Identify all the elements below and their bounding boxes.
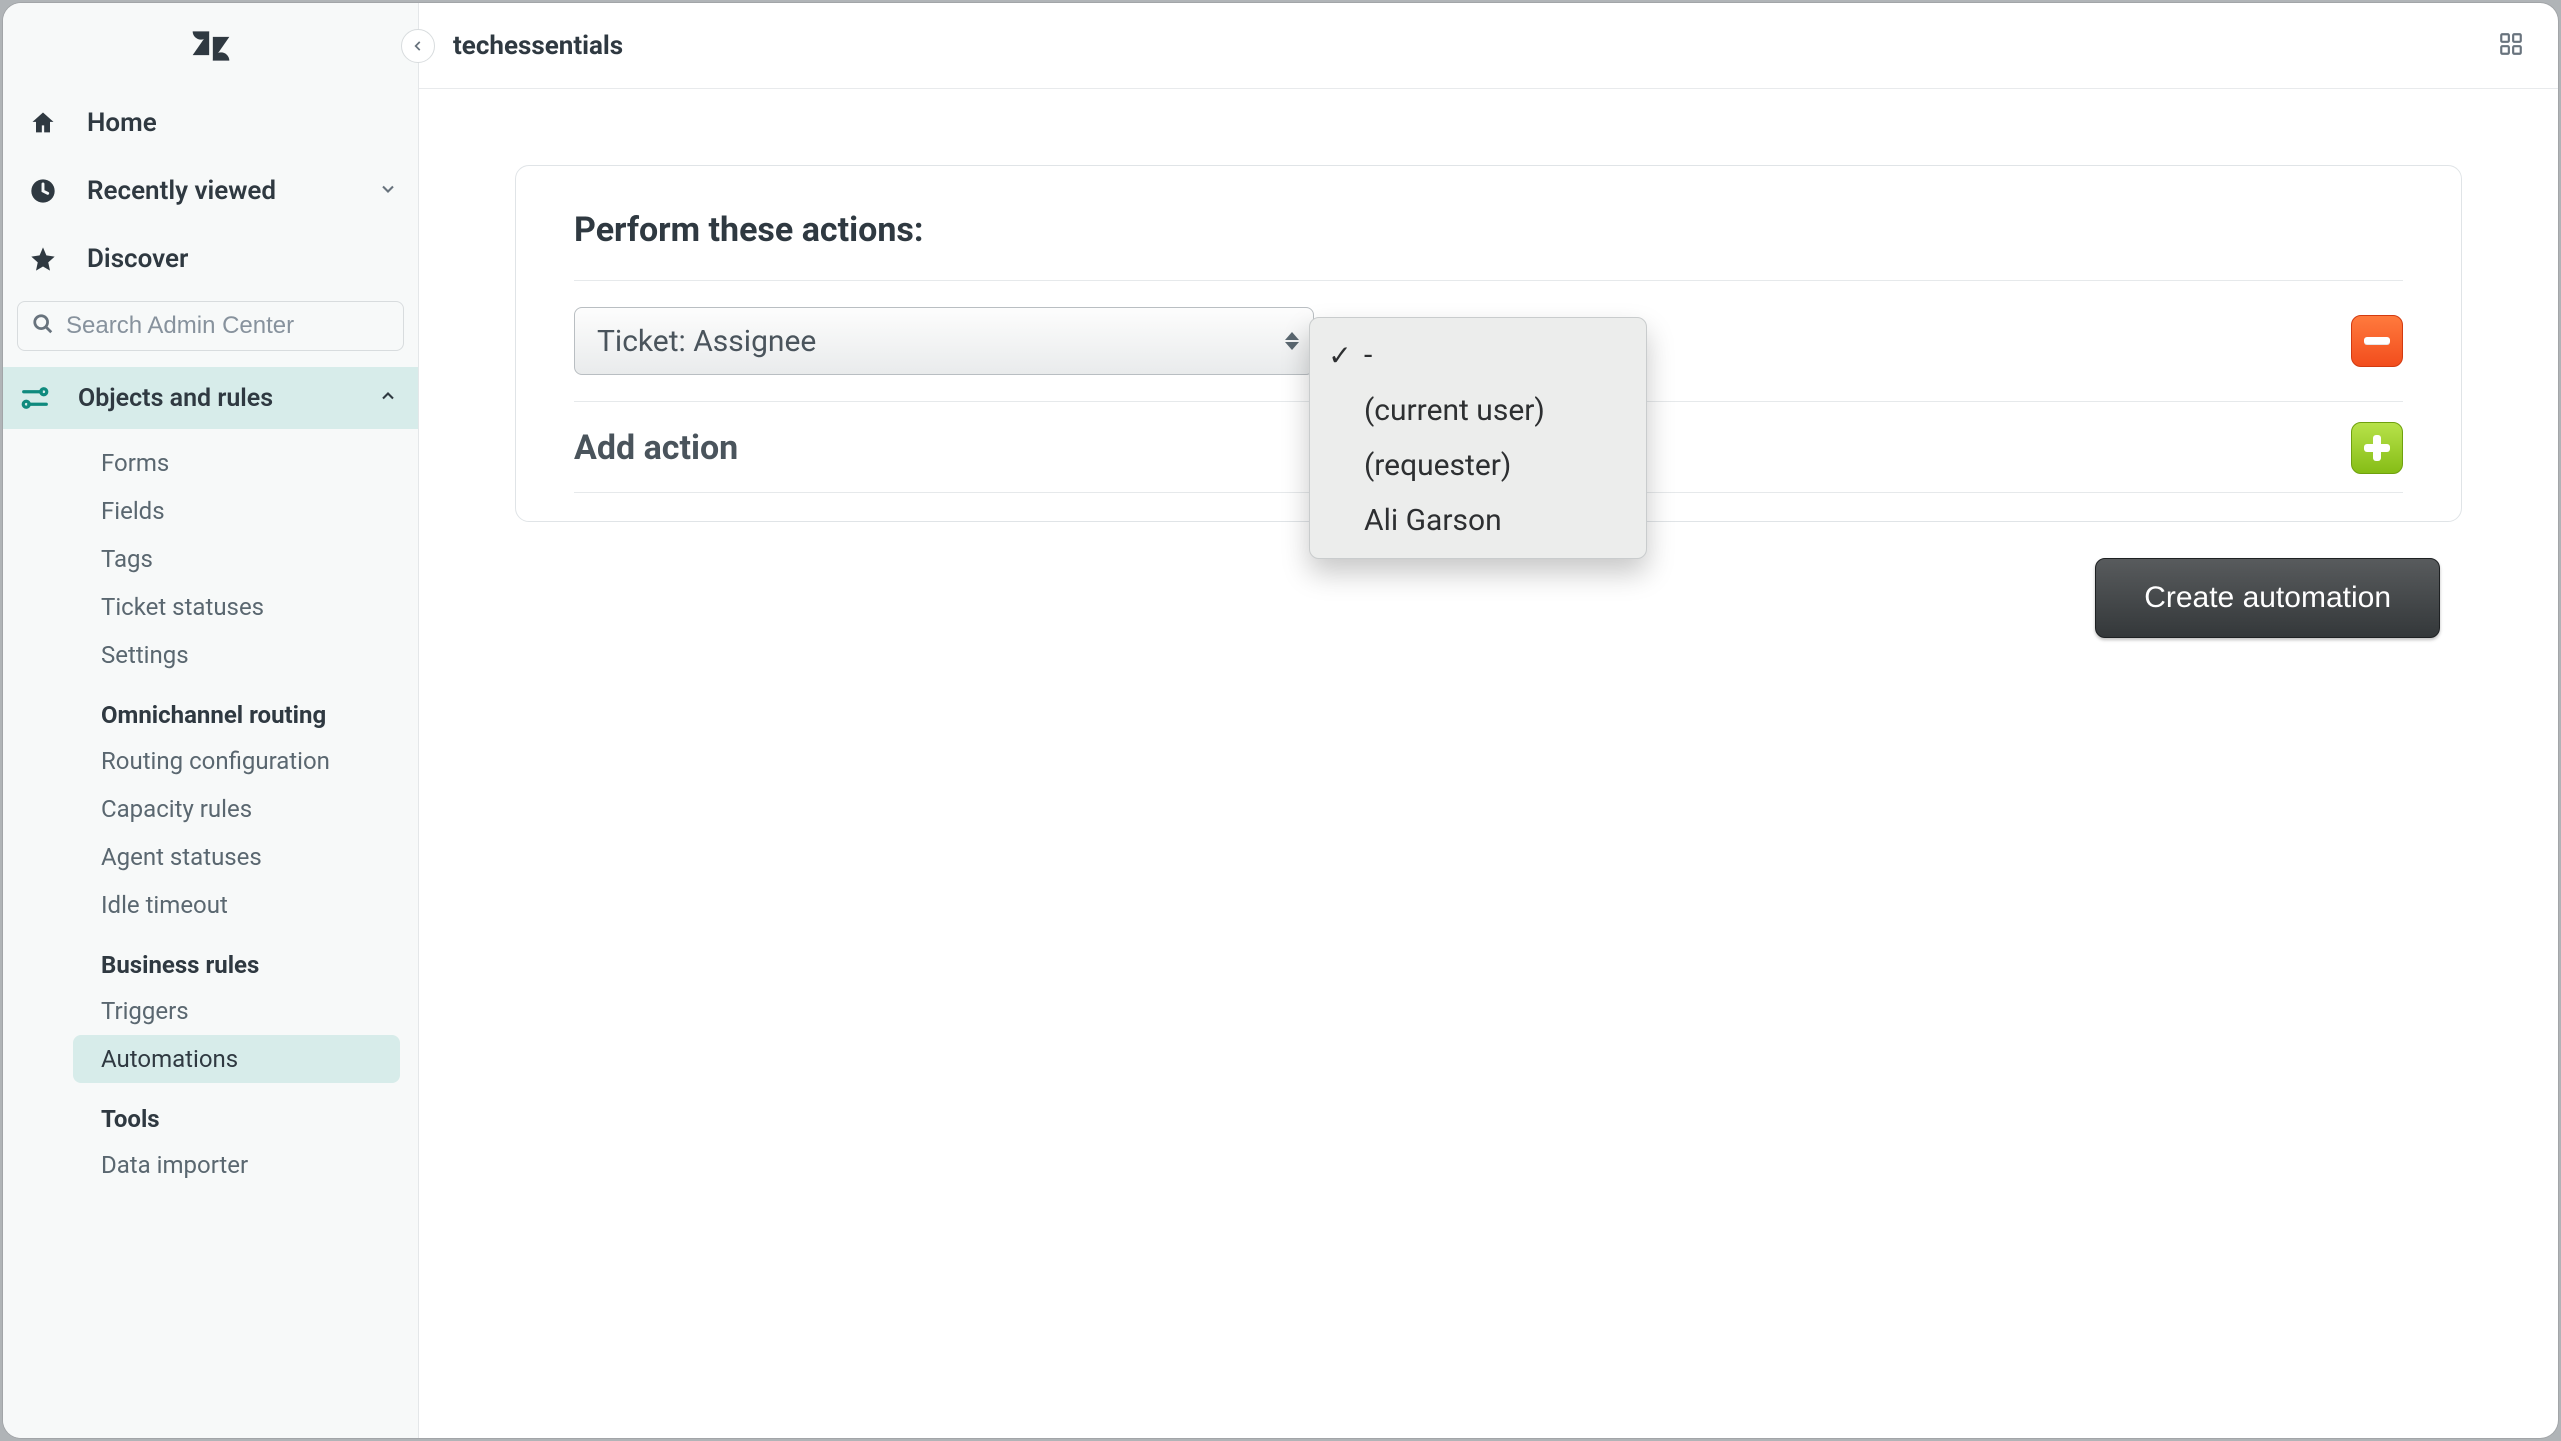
nav-recent-label: Recently viewed [87, 176, 276, 206]
home-icon [27, 107, 59, 139]
sidebar: Home Recently viewed Discover [3, 3, 419, 1438]
section-objects-and-rules[interactable]: Objects and rules [3, 367, 418, 429]
add-action-label: Add action [574, 428, 738, 468]
search-wrap [3, 293, 418, 367]
panel-title: Perform these actions: [574, 210, 2403, 250]
chevron-down-icon [378, 179, 398, 203]
content: Perform these actions: Ticket: Assignee [419, 89, 2558, 1438]
clock-icon [27, 175, 59, 207]
chevron-up-icon [378, 386, 398, 410]
logo [3, 3, 418, 89]
sidebar-link-idle-timeout[interactable]: Idle timeout [73, 881, 400, 929]
primary-nav: Home Recently viewed Discover [3, 89, 418, 293]
zendesk-logo-icon [189, 24, 233, 68]
section-label: Objects and rules [78, 384, 273, 413]
workspace-title: techessentials [453, 31, 623, 61]
action-type-select-value: Ticket: Assignee [597, 324, 816, 359]
nav-discover[interactable]: Discover [11, 225, 410, 293]
group-omnichannel-title: Omnichannel routing [3, 679, 418, 737]
sidebar-collapse-button[interactable] [401, 29, 435, 63]
option-label: (requester) [1364, 448, 1511, 483]
action-type-select[interactable]: Ticket: Assignee [574, 307, 1314, 375]
sidebar-link-capacity-rules[interactable]: Capacity rules [73, 785, 400, 833]
sidebar-link-automations[interactable]: Automations [73, 1035, 400, 1083]
option-label: (current user) [1364, 393, 1545, 428]
sidebar-link-data-importer[interactable]: Data importer [73, 1141, 400, 1189]
topbar: techessentials [419, 3, 2558, 89]
nav-recently-viewed[interactable]: Recently viewed [11, 157, 410, 225]
remove-action-button[interactable] [2351, 315, 2403, 367]
app-window: Home Recently viewed Discover [3, 3, 2558, 1438]
sidebar-link-triggers[interactable]: Triggers [73, 987, 400, 1035]
assignee-option-current-user[interactable]: (current user) [1310, 383, 1646, 438]
option-label: Ali Garson [1364, 503, 1502, 538]
sidebar-link-tags[interactable]: Tags [73, 535, 400, 583]
search-icon [32, 313, 54, 339]
create-automation-button[interactable]: Create automation [2095, 558, 2440, 638]
star-icon [27, 243, 59, 275]
assignee-option-requester[interactable]: (requester) [1310, 438, 1646, 493]
group-business-rules-title: Business rules [3, 929, 418, 987]
option-label: - [1364, 338, 1372, 373]
sidebar-tree: Forms Fields Tags Ticket statuses Settin… [3, 429, 418, 1209]
sidebar-link-ticket-statuses[interactable]: Ticket statuses [73, 583, 400, 631]
chevron-left-icon [411, 39, 425, 53]
objects-rules-icon [19, 382, 51, 414]
nav-discover-label: Discover [87, 244, 188, 274]
app-switcher-button[interactable] [2498, 31, 2524, 61]
nav-home[interactable]: Home [11, 89, 410, 157]
search-input[interactable] [66, 312, 389, 340]
sidebar-link-forms[interactable]: Forms [73, 439, 400, 487]
sidebar-link-routing-config[interactable]: Routing configuration [73, 737, 400, 785]
sidebar-link-fields[interactable]: Fields [73, 487, 400, 535]
assignee-option-ali-garson[interactable]: Ali Garson [1310, 493, 1646, 548]
add-action-button[interactable] [2351, 422, 2403, 474]
main: techessentials Perform these actions: Ti… [419, 3, 2558, 1438]
assignee-dropdown: ✓ - (current user) (requester) Ali Garso… [1309, 317, 1647, 559]
minus-icon [2364, 337, 2390, 345]
search-admin-center[interactable] [17, 301, 404, 351]
sidebar-link-settings[interactable]: Settings [73, 631, 400, 679]
select-updown-icon [1285, 332, 1299, 350]
check-icon: ✓ [1328, 339, 1352, 372]
sidebar-link-agent-statuses[interactable]: Agent statuses [73, 833, 400, 881]
group-tools-title: Tools [3, 1083, 418, 1141]
assignee-option-dash[interactable]: ✓ - [1310, 328, 1646, 383]
grid-icon [2498, 31, 2524, 57]
nav-home-label: Home [87, 108, 157, 138]
